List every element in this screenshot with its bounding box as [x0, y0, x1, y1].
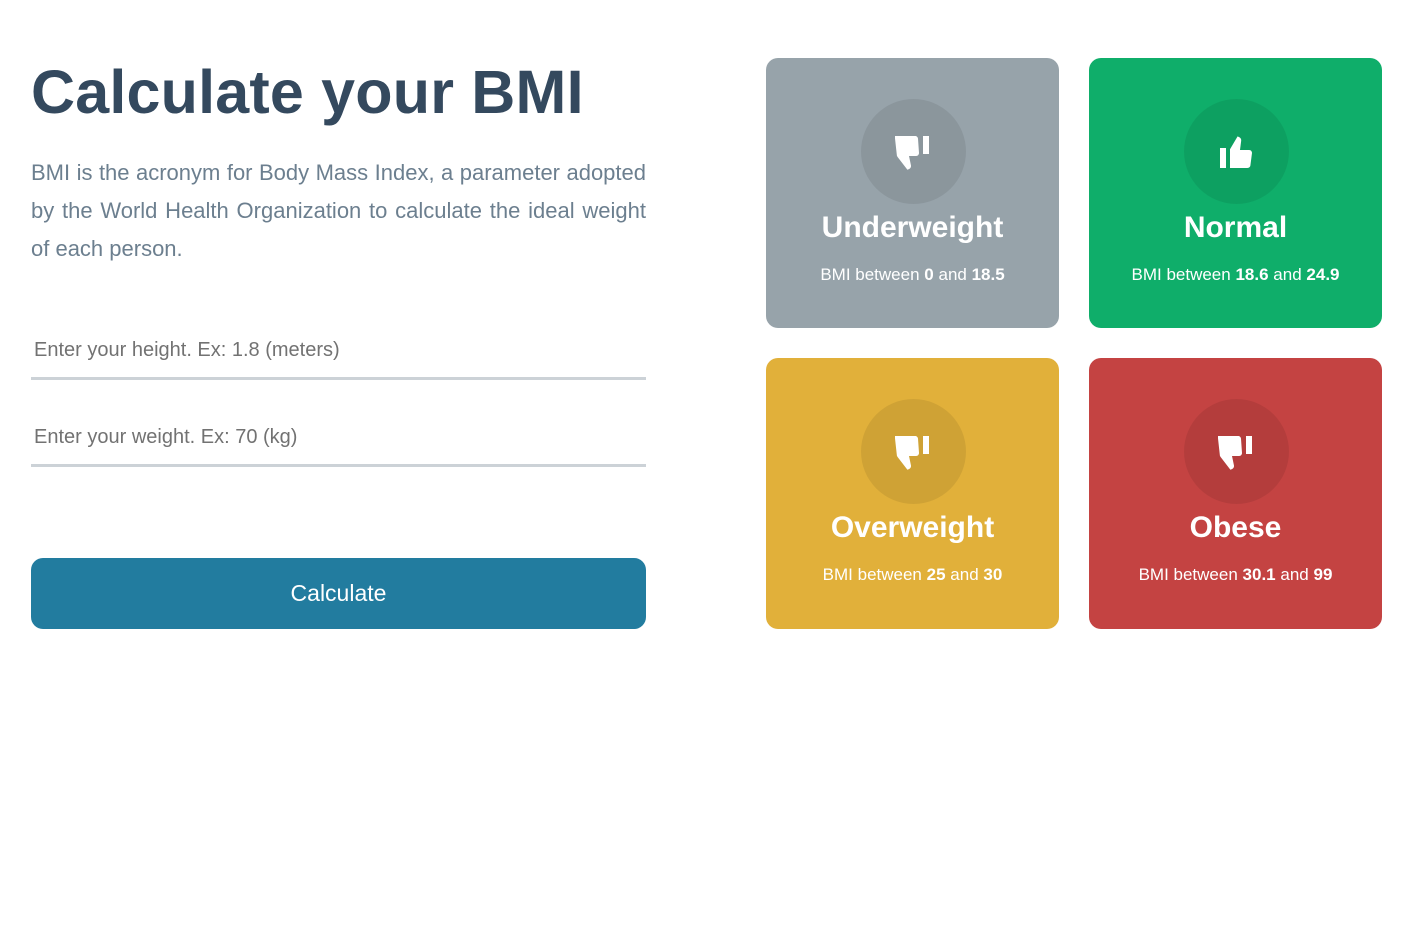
category-range: BMI between 18.6 and 24.9	[1131, 265, 1340, 284]
category-card-normal: Normal BMI between 18.6 and 24.9	[1089, 58, 1382, 328]
category-label: Underweight	[821, 211, 1004, 244]
category-card-obese: Obese BMI between 30.1 and 99	[1089, 358, 1382, 629]
page-title: Calculate your BMI	[31, 58, 584, 126]
calculate-button[interactable]: Calculate	[31, 558, 646, 629]
bmi-page: Calculate your BMI BMI is the acronym fo…	[0, 0, 1414, 932]
category-range: BMI between 0 and 18.5	[820, 265, 1005, 284]
thumbs-up-icon	[1183, 99, 1289, 204]
range-max: 30	[983, 565, 1003, 584]
intro-section: Calculate your BMI BMI is the acronym fo…	[31, 56, 646, 268]
height-input[interactable]	[31, 324, 646, 380]
category-card-underweight: Underweight BMI between 0 and 18.5	[766, 58, 1059, 328]
range-min: 0	[924, 265, 934, 284]
weight-input[interactable]	[31, 411, 646, 467]
category-range: BMI between 25 and 30	[822, 565, 1003, 584]
category-label: Overweight	[830, 511, 995, 544]
range-min: 18.6	[1235, 265, 1269, 284]
thumbs-down-icon	[860, 399, 966, 504]
thumbs-down-icon	[860, 99, 966, 204]
range-min: 30.1	[1242, 565, 1276, 584]
range-max: 24.9	[1306, 265, 1340, 284]
category-card-overweight: Overweight BMI between 25 and 30	[766, 358, 1059, 629]
category-range: BMI between 30.1 and 99	[1138, 565, 1333, 584]
category-label: Normal	[1183, 211, 1288, 244]
thumbs-down-icon	[1183, 399, 1289, 504]
page-description: BMI is the acronym for Body Mass Index, …	[31, 160, 646, 261]
range-max: 18.5	[971, 265, 1005, 284]
range-max: 99	[1313, 565, 1333, 584]
category-label: Obese	[1189, 511, 1282, 544]
range-min: 25	[926, 565, 946, 584]
